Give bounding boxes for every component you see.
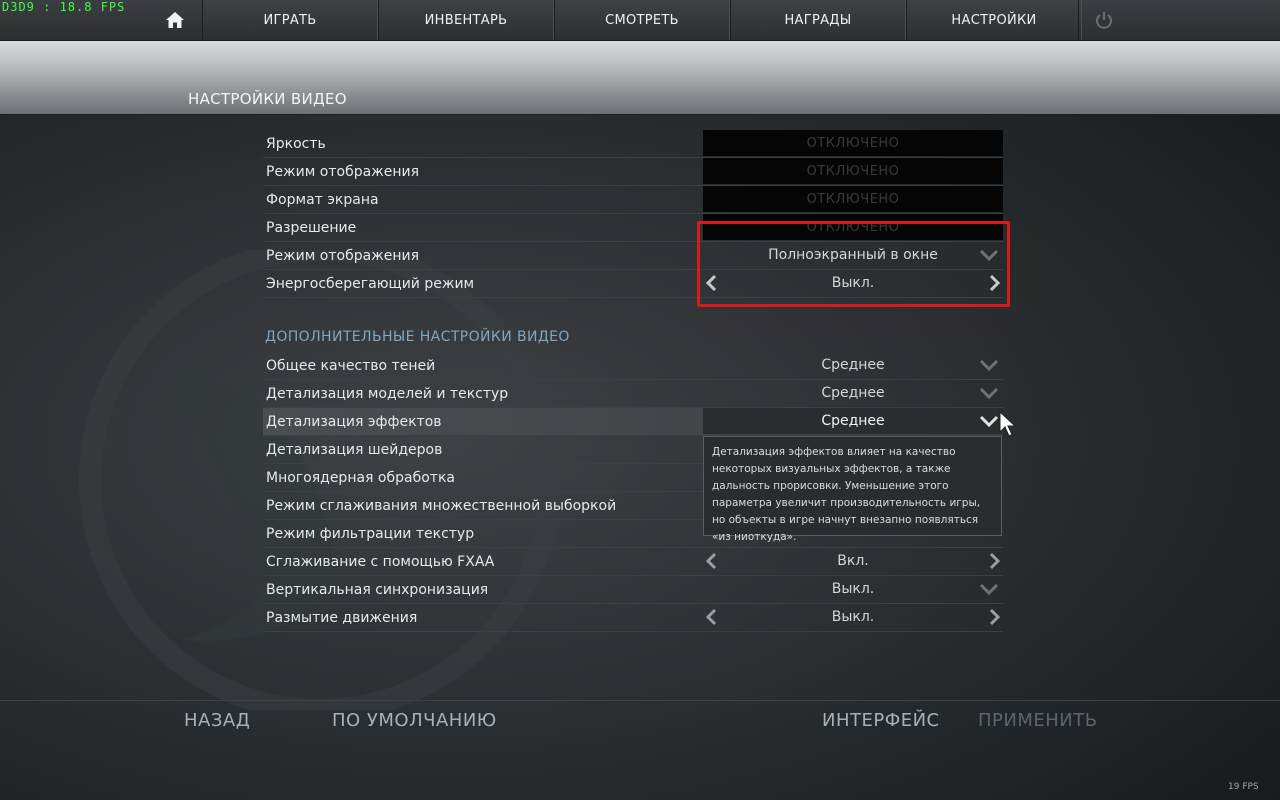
dropdown-value: Среднее — [821, 357, 885, 373]
setting-row-hovered[interactable]: Детализация эффектов Среднее — [263, 408, 1003, 436]
setting-label: Формат экрана — [266, 191, 379, 208]
top-nav-bar: D3D9 : 18.8 FPS ИГРАТЬ ИНВЕНТАРЬ СМОТРЕТ… — [0, 0, 1280, 41]
setting-label: Детализация эффектов — [266, 413, 442, 430]
nav-awards[interactable]: НАГРАДЫ — [730, 0, 906, 40]
setting-label: Сглаживание с помощью FXAA — [266, 553, 495, 570]
selector-value: Вкл. — [837, 553, 869, 569]
apply-button[interactable]: ПРИМЕНИТЬ — [978, 710, 1098, 731]
setting-row[interactable]: Общее качество теней Среднее — [263, 352, 1003, 380]
nav-settings[interactable]: НАСТРОЙКИ — [906, 0, 1082, 40]
highlight-box — [697, 221, 1010, 307]
setting-label: Яркость — [266, 135, 326, 152]
interface-button[interactable]: ИНТЕРФЕЙС — [822, 710, 940, 731]
setting-label: Режим фильтрации текстур — [266, 525, 475, 542]
setting-label: Разрешение — [266, 219, 357, 236]
chevron-down-icon[interactable] — [979, 412, 999, 430]
setting-label: Многоядерная обработка — [266, 469, 455, 486]
dropdown-value: Выкл. — [831, 581, 875, 597]
setting-row: Яркость ОТКЛЮЧЕНО — [263, 130, 1003, 158]
power-icon — [1096, 12, 1112, 29]
setting-label: Энергосберегающий режим — [266, 275, 475, 292]
nav-play[interactable]: ИГРАТЬ — [202, 0, 378, 40]
setting-row[interactable]: Детализация моделей и текстур Среднее — [263, 380, 1003, 408]
effect-detail-tooltip: Детализация эффектов влияет на качество … — [703, 436, 1002, 543]
setting-label: Вертикальная синхронизация — [266, 581, 489, 598]
setting-label: Общее качество теней — [266, 357, 436, 374]
motion-blur-selector[interactable]: Выкл. — [703, 604, 1003, 630]
footer-divider — [0, 700, 1280, 701]
nav-menu: ИГРАТЬ ИНВЕНТАРЬ СМОТРЕТЬ НАГРАДЫ НАСТРО… — [202, 0, 1082, 40]
setting-label: Режим сглаживания множественной выборкой — [266, 497, 617, 514]
setting-row[interactable]: Размытие движения Выкл. — [263, 604, 1003, 632]
chevron-left-icon[interactable] — [703, 607, 719, 627]
nav-inventory[interactable]: ИНВЕНТАРЬ — [378, 0, 554, 40]
chevron-down-icon[interactable] — [979, 356, 999, 374]
model-texture-dropdown[interactable]: Среднее — [703, 380, 1003, 406]
power-button[interactable] — [1078, 0, 1129, 40]
advanced-section-title: ДОПОЛНИТЕЛЬНЫЕ НАСТРОЙКИ ВИДЕО — [265, 329, 570, 345]
setting-label: Детализация шейдеров — [266, 441, 443, 458]
fxaa-selector[interactable]: Вкл. — [703, 548, 1003, 574]
setting-label: Режим отображения — [266, 163, 420, 180]
fps-overlay: D3D9 : 18.8 FPS — [2, 0, 126, 14]
selector-value: Выкл. — [831, 609, 875, 625]
setting-value-disabled: ОТКЛЮЧЕНО — [703, 186, 1003, 212]
vsync-dropdown[interactable]: Выкл. — [703, 576, 1003, 602]
chevron-down-icon[interactable] — [979, 384, 999, 402]
restore-defaults-button[interactable]: ПО УМОЛЧАНИЮ — [332, 710, 497, 731]
dropdown-value: Среднее — [821, 385, 885, 401]
mouse-cursor-icon — [999, 410, 1017, 437]
page-title: НАСТРОЙКИ ВИДЕО — [188, 90, 347, 108]
setting-row[interactable]: Сглаживание с помощью FXAA Вкл. — [263, 548, 1003, 576]
setting-row: Формат экрана ОТКЛЮЧЕНО — [263, 186, 1003, 214]
chevron-right-icon[interactable] — [987, 551, 1003, 571]
setting-label: Детализация моделей и текстур — [266, 385, 509, 402]
shadow-quality-dropdown[interactable]: Среднее — [703, 352, 1003, 378]
setting-value-disabled: ОТКЛЮЧЕНО — [703, 130, 1003, 156]
home-button[interactable] — [150, 0, 200, 40]
dropdown-value: Среднее — [821, 413, 885, 429]
back-button[interactable]: НАЗАД — [184, 710, 250, 731]
effect-detail-dropdown[interactable]: Среднее — [703, 408, 1003, 434]
setting-label: Режим отображения — [266, 247, 420, 264]
setting-label: Размытие движения — [266, 609, 418, 626]
setting-row: Режим отображения ОТКЛЮЧЕНО — [263, 158, 1003, 186]
chevron-left-icon[interactable] — [703, 551, 719, 571]
chevron-right-icon[interactable] — [987, 607, 1003, 627]
home-icon — [166, 12, 184, 28]
setting-row[interactable]: Вертикальная синхронизация Выкл. — [263, 576, 1003, 604]
fps-counter: 19 FPS — [1228, 782, 1259, 792]
nav-watch[interactable]: СМОТРЕТЬ — [554, 0, 730, 40]
chevron-down-icon[interactable] — [979, 580, 999, 598]
setting-value-disabled: ОТКЛЮЧЕНО — [703, 158, 1003, 184]
